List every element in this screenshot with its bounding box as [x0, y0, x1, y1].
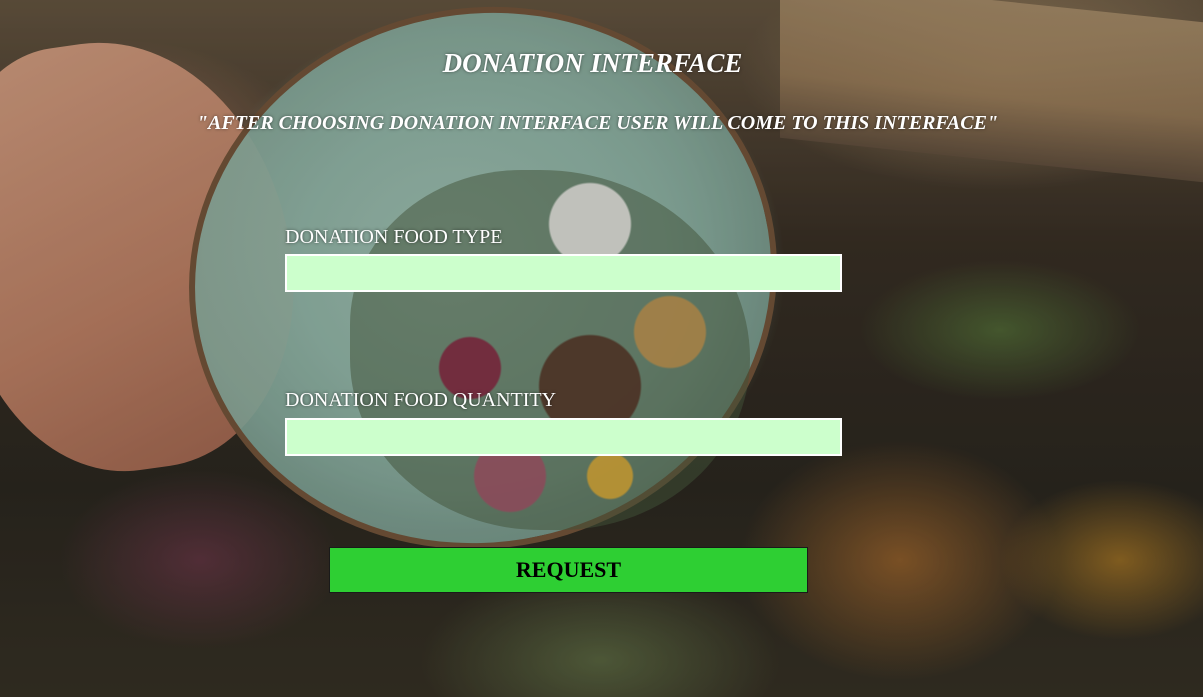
- food-quantity-label: DONATION FOOD QUANTITY: [285, 389, 557, 411]
- food-type-label: DONATION FOOD TYPE: [285, 226, 503, 248]
- food-quantity-input[interactable]: [285, 418, 842, 456]
- page-title: DONATION INTERFACE: [442, 48, 743, 78]
- page-subtitle: "AFTER CHOOSING DONATION INTERFACE USER …: [196, 112, 999, 134]
- request-button[interactable]: REQUEST: [329, 547, 808, 593]
- food-type-input[interactable]: [285, 254, 842, 292]
